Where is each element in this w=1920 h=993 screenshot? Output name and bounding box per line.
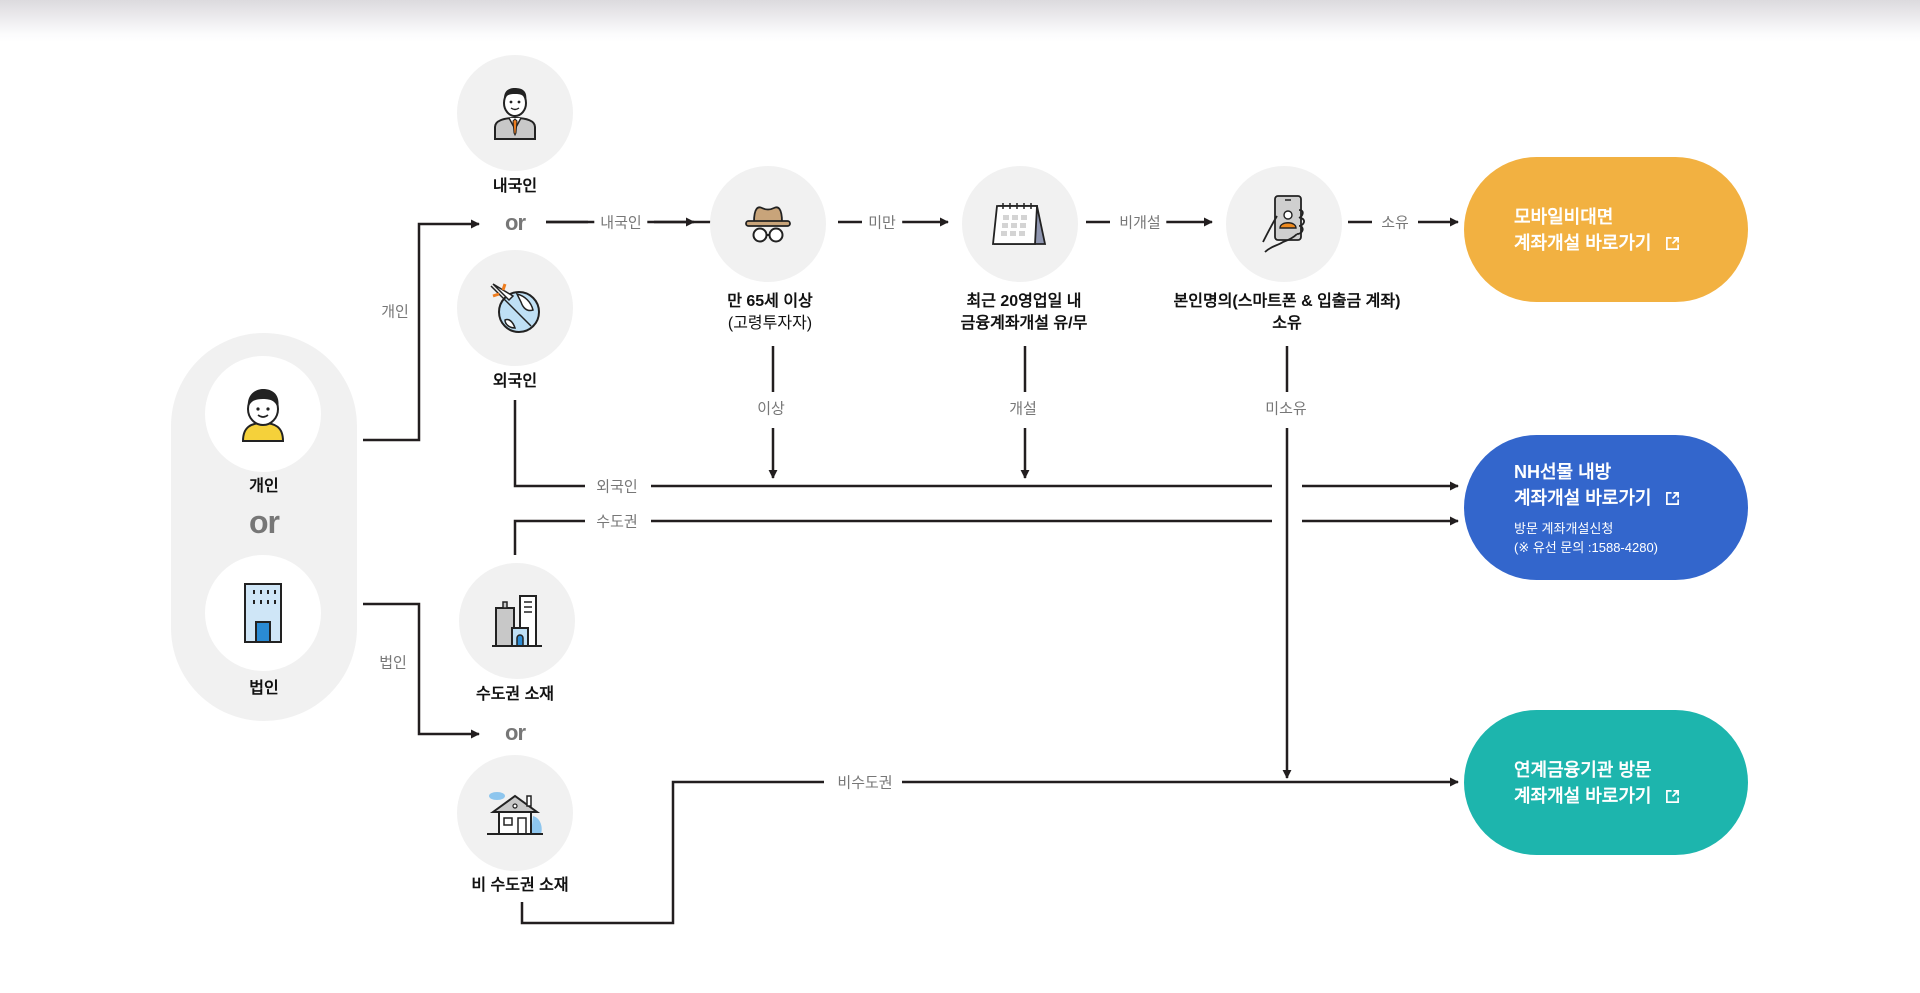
or-separator: or	[249, 504, 280, 540]
external-link-icon	[1666, 491, 1680, 505]
edge-label-not-owned: 미소유	[1259, 397, 1313, 419]
edge-label-not-opened: 비개설	[1113, 211, 1167, 233]
result-nh-line1: NH선물 내방	[1514, 461, 1612, 482]
step-ownership-label: 본인명의(스마트폰 & 입출금 계좌) 소유	[1174, 291, 1401, 335]
step-ownership-title: 본인명의(스마트폰 & 입출금 계좌)	[1173, 293, 1401, 310]
individual-node[interactable]	[205, 356, 321, 472]
edge-label-opened: 개설	[1003, 397, 1043, 419]
smartphone-icon	[1262, 195, 1305, 253]
non-capital-area-label: 비 수도권 소재	[471, 877, 569, 894]
external-link-icon	[1666, 236, 1680, 250]
person-icon	[241, 389, 285, 442]
step-recent-account-node[interactable]	[962, 166, 1078, 282]
step-recent-account-sub: 금융계좌개설 유/무	[960, 315, 1088, 332]
result-nh-phone: (※ 유선 문의 :1588-4280)	[1514, 539, 1659, 555]
step-recent-account-label: 최근 20영업일 내 금융계좌개설 유/무	[961, 291, 1088, 335]
step-recent-account-title: 최근 20영업일 내	[966, 293, 1082, 310]
domestic-node[interactable]	[457, 55, 573, 171]
foreign-label: 외국인	[492, 373, 538, 390]
external-link-icon	[1666, 789, 1680, 803]
partner-institution-account-opening-button[interactable]: 연계금융기관 방문 계좌개설 바로가기	[1464, 710, 1748, 855]
edge-label-capital: 수도권	[590, 510, 644, 532]
house-icon	[487, 792, 543, 835]
step-ownership-node[interactable]	[1226, 166, 1342, 282]
capital-area-node[interactable]	[459, 563, 575, 679]
office-building-icon	[244, 583, 282, 643]
individual-label: 개인	[249, 478, 279, 495]
calendar-icon	[992, 203, 1047, 245]
globe-plane-icon	[490, 283, 540, 333]
result-mobile-line2: 계좌개설 바로가기	[1514, 232, 1652, 253]
step-age-sub: (고령투자자)	[727, 315, 813, 332]
result-partner-line2: 계좌개설 바로가기	[1514, 785, 1652, 806]
domestic-label: 내국인	[492, 178, 538, 195]
step-ownership-sub: 소유	[1272, 315, 1302, 332]
step-age-node[interactable]	[710, 166, 826, 282]
corporate-label: 법인	[249, 680, 279, 697]
non-capital-area-node[interactable]	[457, 755, 573, 871]
edge-label-owned: 소유	[1375, 211, 1415, 233]
edge-label-corporate: 법인	[373, 651, 413, 673]
capital-area-label: 수도권 소재	[475, 686, 555, 703]
mobile-account-opening-button[interactable]: 모바일비대면 계좌개설 바로가기	[1464, 157, 1748, 302]
corporate-node[interactable]	[205, 555, 321, 671]
or-separator-corporate: or	[505, 720, 526, 745]
edge-label-under: 미만	[862, 211, 902, 233]
result-partner-line1: 연계금융기관 방문	[1514, 759, 1652, 780]
businessman-icon	[494, 88, 536, 140]
result-nh-sub1: 방문 계좌개설신청	[1514, 520, 1614, 536]
elderly-icon	[745, 206, 791, 243]
step-age-title: 만 65세 이상	[727, 293, 813, 310]
nh-visit-account-opening-button[interactable]: NH선물 내방 계좌개설 바로가기 방문 계좌개설신청 (※ 유선 문의 :158…	[1464, 435, 1748, 580]
edge-label-individual: 개인	[375, 300, 415, 322]
edge-label-domestic: 내국인	[594, 211, 648, 233]
edge-label-over: 이상	[751, 397, 791, 419]
step-age-label: 만 65세 이상 (고령투자자)	[727, 291, 813, 335]
result-mobile-line1: 모바일비대면	[1514, 206, 1614, 227]
edge-label-foreigner: 외국인	[590, 475, 644, 497]
result-nh-line2: 계좌개설 바로가기	[1514, 487, 1652, 508]
foreign-node[interactable]	[457, 250, 573, 366]
edge-label-non-capital: 비수도권	[831, 771, 899, 793]
or-separator-individual: or	[505, 210, 526, 235]
city-buildings-icon	[492, 595, 542, 647]
